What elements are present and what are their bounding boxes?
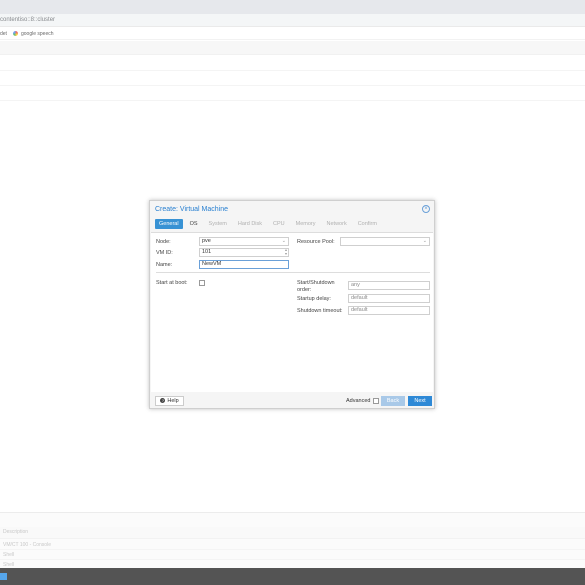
startup-delay-value: default	[351, 295, 368, 301]
help-button[interactable]: ? Help	[155, 396, 184, 406]
create-vm-dialog: Create: Virtual Machine × General OS Sys…	[149, 200, 435, 409]
vmid-label: VM ID:	[156, 250, 173, 256]
advanced-label: Advanced	[346, 398, 371, 404]
startup-delay-label: Startup delay:	[297, 296, 331, 302]
wizard-tabs: General OS System Hard Disk CPU Memory N…	[155, 219, 384, 229]
dialog-title: Create: Virtual Machine	[155, 206, 229, 213]
node-value: pve	[202, 238, 211, 244]
tab-system[interactable]: System	[205, 219, 231, 229]
node-select[interactable]: pve ⌄	[199, 237, 289, 246]
close-icon[interactable]: ×	[422, 205, 430, 213]
start-shutdown-order-label: Start/Shutdown order:	[297, 280, 339, 294]
back-button[interactable]: Back	[381, 396, 405, 406]
name-input[interactable]: NewVM	[199, 260, 289, 269]
spinner-arrows-icon[interactable]: ▴ ▾	[285, 249, 287, 256]
chevron-down-icon: ⌄	[281, 238, 286, 244]
name-value: NewVM	[202, 261, 222, 267]
tab-confirm[interactable]: Confirm	[354, 219, 381, 229]
dialog-footer: ? Help Advanced Back Next	[151, 394, 433, 408]
tab-network[interactable]: Network	[323, 219, 351, 229]
help-label: Help	[167, 398, 179, 404]
start-order-value: any	[351, 282, 360, 288]
shutdown-timeout-input[interactable]: default	[348, 306, 430, 315]
question-icon: ?	[160, 398, 166, 403]
start-at-boot-checkbox[interactable]	[199, 280, 205, 286]
advanced-checkbox[interactable]	[373, 398, 379, 404]
shutdown-timeout-label: Shutdown timeout:	[297, 308, 343, 314]
tab-memory[interactable]: Memory	[292, 219, 320, 229]
resource-pool-select[interactable]: ⌄	[340, 237, 430, 246]
chevron-down-icon: ⌄	[422, 238, 427, 244]
tab-hard-disk[interactable]: Hard Disk	[234, 219, 266, 229]
tab-os[interactable]: OS	[186, 219, 202, 229]
next-button[interactable]: Next	[408, 396, 432, 406]
tab-general[interactable]: General	[155, 219, 183, 229]
start-order-input[interactable]: any	[348, 281, 430, 290]
resource-pool-label: Resource Pool:	[297, 239, 335, 245]
node-label: Node:	[156, 239, 171, 245]
vmid-value: 101	[202, 249, 212, 255]
tab-cpu[interactable]: CPU	[269, 219, 289, 229]
start-at-boot-label: Start at boot:	[156, 280, 188, 286]
divider	[156, 272, 430, 273]
general-panel: Node: pve ⌄ VM ID: 101 ▴ ▾ Name: NewVM Re…	[151, 232, 433, 392]
shutdown-timeout-value: default	[351, 307, 368, 313]
name-label: Name:	[156, 262, 173, 268]
vmid-stepper[interactable]: 101 ▴ ▾	[199, 248, 289, 257]
order-label-text: Start/Shutdown order:	[297, 280, 335, 293]
startup-delay-input[interactable]: default	[348, 294, 430, 303]
